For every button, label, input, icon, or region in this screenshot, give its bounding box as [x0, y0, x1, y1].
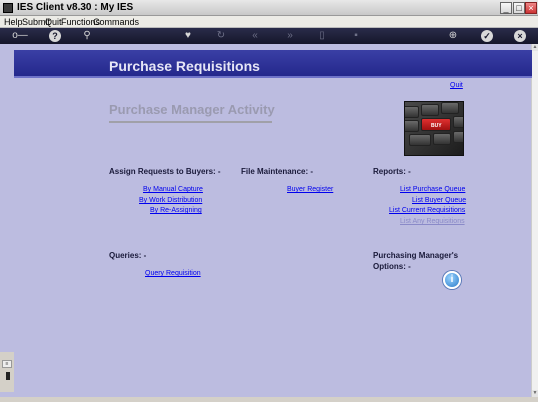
file-maintenance-heading: File Maintenance: - [241, 167, 314, 176]
by-manual-capture-link[interactable]: By Manual Capture [143, 186, 203, 193]
document-icon[interactable]: ▯ [316, 30, 328, 42]
window-title: IES Client v8.30 : My IES [17, 2, 134, 13]
close-button[interactable]: × [525, 2, 537, 14]
quit-link[interactable]: Quit [450, 82, 463, 89]
key-shape [441, 102, 459, 114]
by-work-distribution-link[interactable]: By Work Distribution [139, 197, 202, 204]
help-icon[interactable]: ? [49, 30, 61, 42]
queries-heading: Queries: - [109, 251, 147, 260]
back-icon[interactable]: « [249, 30, 261, 42]
print-icon[interactable]: ▪ [350, 30, 362, 42]
app-icon [3, 3, 13, 13]
search-icon[interactable]: ⚲ [81, 30, 93, 42]
favorite-icon[interactable]: ♥ [182, 30, 194, 42]
key-shape [405, 106, 419, 118]
key-shape [409, 134, 431, 146]
buy-key-label: BUY [431, 123, 442, 129]
assign-heading: Assign Requests to Buyers: - [109, 167, 221, 176]
forward-icon[interactable]: » [284, 30, 296, 42]
key-shape [433, 133, 451, 145]
scroll-down-icon[interactable]: ▼ [532, 390, 538, 397]
list-purchase-queue-link[interactable]: List Purchase Queue [400, 186, 465, 193]
buy-key: BUY [421, 118, 451, 131]
minimize-button[interactable]: _ [500, 2, 512, 14]
side-strip: ≡ [0, 352, 14, 392]
key-icon[interactable]: o— [10, 30, 30, 42]
list-buyer-queue-link[interactable]: List Buyer Queue [412, 197, 466, 204]
toolbar: o— ? ⚲ ♥ ↻ « » ▯ ▪ ⊕ ✓ × [0, 28, 538, 44]
close-icon[interactable]: × [514, 30, 526, 42]
activity-title: Purchase Manager Activity [109, 102, 275, 117]
menu-quit[interactable]: Quit [45, 16, 62, 28]
refresh-icon[interactable]: ↻ [215, 30, 227, 42]
side-tab-icon[interactable]: ≡ [2, 360, 12, 368]
key-shape [405, 120, 419, 132]
key-shape [453, 116, 463, 128]
maximize-button[interactable]: □ [513, 2, 525, 14]
side-marker-icon [6, 372, 10, 380]
manager-options-heading-line1: Purchasing Manager's [373, 251, 459, 260]
key-shape [453, 131, 463, 143]
buyer-register-link[interactable]: Buyer Register [287, 186, 333, 193]
confirm-icon[interactable]: ✓ [481, 30, 493, 42]
buy-keyboard-image: BUY [404, 101, 464, 156]
page-banner: Purchase Requisitions [14, 50, 532, 78]
menu-help[interactable]: Help [4, 16, 23, 28]
menu-commands[interactable]: Commands [93, 16, 139, 28]
reports-heading: Reports: - [373, 167, 411, 176]
list-current-requisitions-link[interactable]: List Current Requisitions [389, 207, 465, 214]
by-re-assigning-link[interactable]: By Re-Assigning [150, 207, 202, 214]
globe-icon[interactable]: ⊕ [447, 30, 459, 42]
query-requisition-link[interactable]: Query Requisition [145, 270, 201, 277]
manager-options-heading-line2: Options: - [373, 262, 411, 271]
info-icon[interactable]: i [443, 271, 461, 289]
vertical-scrollbar[interactable]: ▲ ▼ [531, 44, 538, 397]
list-any-requisitions-link[interactable]: List Any Requisitions [400, 218, 465, 225]
page-title: Purchase Requisitions [109, 58, 260, 74]
title-bar: IES Client v8.30 : My IES _ □ × [0, 0, 538, 16]
scroll-up-icon[interactable]: ▲ [532, 44, 538, 51]
menu-bar: Help Submit Quit Functions Commands [0, 16, 538, 28]
activity-divider [109, 121, 272, 123]
key-shape [421, 104, 439, 116]
